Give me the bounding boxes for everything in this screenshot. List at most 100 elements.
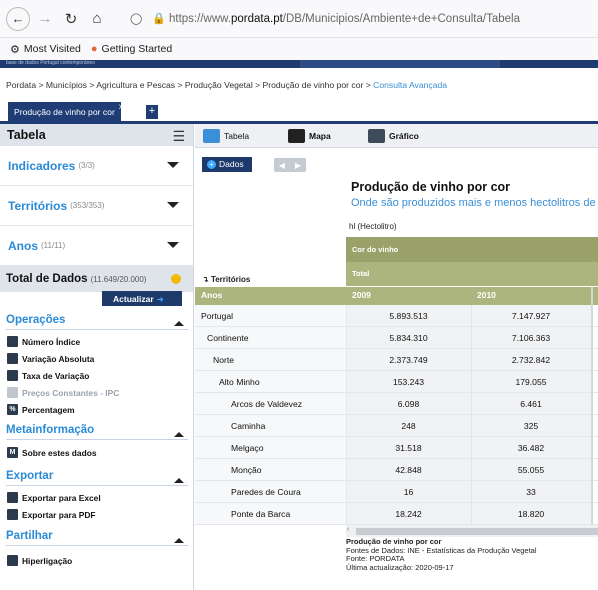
section-metainformacao[interactable]: Metainformação bbox=[6, 424, 94, 436]
tab-producao-vinho[interactable]: Produção de vinho por cor x bbox=[8, 102, 123, 121]
territory-name[interactable]: Continente bbox=[207, 333, 249, 343]
territory-name[interactable]: Ponte da Barca bbox=[231, 509, 290, 519]
value-2010: 36.482 bbox=[517, 443, 545, 453]
chevron-up-icon[interactable] bbox=[174, 321, 184, 326]
forward-icon[interactable]: → bbox=[34, 8, 56, 30]
home-icon[interactable]: ⌂ bbox=[86, 8, 108, 30]
filter-territorios[interactable]: Territórios (353/353) bbox=[0, 186, 193, 226]
pdf-icon bbox=[7, 509, 18, 520]
menu-icon[interactable]: ☰ bbox=[172, 128, 185, 145]
horizontal-scrollbar[interactable]: ‹ bbox=[346, 525, 598, 537]
update-button[interactable]: Actualizar ➜ bbox=[102, 291, 182, 306]
op-numero-indice[interactable]: Número Índice bbox=[7, 336, 80, 347]
value-2010: 55.055 bbox=[517, 465, 545, 475]
territory-name[interactable]: Alto Minho bbox=[219, 377, 260, 387]
map-icon bbox=[288, 129, 305, 143]
op-variacao-absoluta[interactable]: Variação Absoluta bbox=[7, 353, 94, 364]
anos-label: Anos bbox=[201, 290, 223, 300]
value-2010: 179.055 bbox=[515, 377, 547, 387]
table-row: Monção 42.848 55.055 bbox=[195, 459, 598, 481]
info-icon: M bbox=[7, 447, 18, 458]
row-bg bbox=[195, 459, 346, 480]
filter-indicadores[interactable]: Indicadores (3/3) bbox=[0, 146, 193, 186]
divider bbox=[6, 439, 188, 440]
territory-name[interactable]: Monção bbox=[231, 465, 262, 475]
scrollbar-thumb[interactable] bbox=[356, 528, 598, 535]
export-pdf[interactable]: Exportar para PDF bbox=[7, 509, 96, 520]
export-excel[interactable]: Exportar para Excel bbox=[7, 492, 101, 503]
section-partilhar[interactable]: Partilhar bbox=[6, 530, 53, 542]
site-header: base de dados Portugal contemporâneo bbox=[0, 60, 598, 68]
divider bbox=[6, 545, 188, 546]
dados-button[interactable]: + Dados bbox=[202, 157, 252, 172]
reload-icon[interactable]: ↻ bbox=[60, 8, 82, 30]
section-exportar[interactable]: Exportar bbox=[6, 470, 53, 482]
header-total[interactable]: Total bbox=[346, 262, 598, 286]
year-2009[interactable]: 2009 bbox=[352, 290, 371, 300]
value-2010: 7.106.363 bbox=[511, 333, 551, 343]
value-2010: 6.461 bbox=[520, 399, 542, 409]
value-2009: 31.518 bbox=[395, 443, 422, 453]
table-row: Paredes de Coura 16 33 bbox=[195, 481, 598, 503]
bookmark-most-visited[interactable]: ⚙ Most Visited bbox=[10, 43, 81, 56]
chevron-down-icon[interactable] bbox=[167, 162, 179, 168]
value-2010: 325 bbox=[523, 421, 539, 431]
territory-name[interactable]: Paredes de Coura bbox=[231, 487, 301, 497]
breadcrumb-current[interactable]: Consulta Avançada bbox=[373, 80, 447, 90]
add-tab-button[interactable]: + bbox=[146, 105, 158, 119]
header-anos: Anos 2009 2010 bbox=[195, 287, 598, 305]
chevron-up-icon[interactable] bbox=[174, 432, 184, 437]
value-2009: 248 bbox=[401, 421, 416, 431]
site-header-tab bbox=[300, 60, 500, 68]
breadcrumb-path[interactable]: Pordata > Municípios > Agricultura e Pes… bbox=[6, 80, 373, 90]
page-tabs: Produção de vinho por cor x + bbox=[0, 98, 598, 124]
territory-name[interactable]: Arcos de Valdevez bbox=[231, 399, 302, 409]
share-link[interactable]: Hiperligação bbox=[7, 555, 72, 566]
value-2009: 42.848 bbox=[395, 465, 422, 475]
territory-name[interactable]: Portugal bbox=[201, 311, 233, 321]
value-2009: 2.373.749 bbox=[389, 355, 428, 365]
tab-tabela[interactable]: Tabela bbox=[203, 129, 249, 143]
op-percentagem[interactable]: % Percentagem bbox=[7, 404, 75, 415]
percent-icon: % bbox=[7, 404, 18, 415]
table-row: Continente 5.834.310 7.106.363 bbox=[195, 327, 598, 349]
value-2010: 18.820 bbox=[517, 509, 545, 519]
tab-grafico[interactable]: Gráfico bbox=[368, 129, 419, 143]
section-operacoes[interactable]: Operações bbox=[6, 314, 65, 326]
territory-name[interactable]: Melgaço bbox=[231, 443, 263, 453]
chevron-up-icon[interactable] bbox=[174, 478, 184, 483]
chevron-down-icon[interactable] bbox=[167, 202, 179, 208]
total-dados: Total de Dados (11.649/20.000) bbox=[0, 266, 193, 292]
header-cor-vinho[interactable]: Cor do vinho bbox=[346, 237, 598, 262]
percent-change-icon bbox=[7, 370, 18, 381]
territory-name[interactable]: Norte bbox=[213, 355, 234, 365]
chevron-down-icon[interactable] bbox=[167, 242, 179, 248]
variation-icon bbox=[7, 353, 18, 364]
arrow-right-icon[interactable]: ▶ bbox=[295, 161, 301, 170]
table-row: Portugal 5.893.513 7.147.927 bbox=[195, 305, 598, 327]
address-bar[interactable]: ◯ 🔒 https://www.pordata.pt/DB/Municipios… bbox=[130, 5, 598, 33]
chevron-up-icon[interactable] bbox=[174, 538, 184, 543]
ipc-icon bbox=[7, 387, 18, 398]
lock-icon: 🔒 bbox=[152, 13, 166, 25]
scroll-left-icon[interactable]: ‹ bbox=[347, 526, 349, 533]
data-table: Cor do vinho Total ↴ Territórios Anos 20… bbox=[195, 237, 598, 525]
value-2009: 18.242 bbox=[395, 509, 422, 519]
close-icon[interactable]: x bbox=[119, 102, 123, 111]
arrow-left-icon[interactable]: ◀ bbox=[279, 161, 285, 170]
divider bbox=[6, 329, 188, 330]
back-icon[interactable]: ← bbox=[6, 6, 30, 31]
table-footer: Produção de vinho por cor Fontes de Dado… bbox=[346, 537, 576, 572]
divider bbox=[6, 485, 188, 486]
bookmark-getting-started[interactable]: ● Getting Started bbox=[91, 43, 172, 55]
filter-anos[interactable]: Anos (11/11) bbox=[0, 226, 193, 266]
op-sobre-dados[interactable]: M Sobre estes dados bbox=[7, 447, 96, 458]
territorios-label[interactable]: ↴ Territórios bbox=[202, 275, 250, 284]
table-row: Melgaço 31.518 36.482 bbox=[195, 437, 598, 459]
op-taxa-variacao[interactable]: Taxa de Variação bbox=[7, 370, 89, 381]
value-2009: 5.893.513 bbox=[389, 311, 428, 321]
year-2010[interactable]: 2010 bbox=[477, 290, 496, 300]
territory-name[interactable]: Caminha bbox=[231, 421, 265, 431]
tab-mapa[interactable]: Mapa bbox=[288, 129, 331, 143]
firefox-icon: ● bbox=[90, 43, 98, 55]
